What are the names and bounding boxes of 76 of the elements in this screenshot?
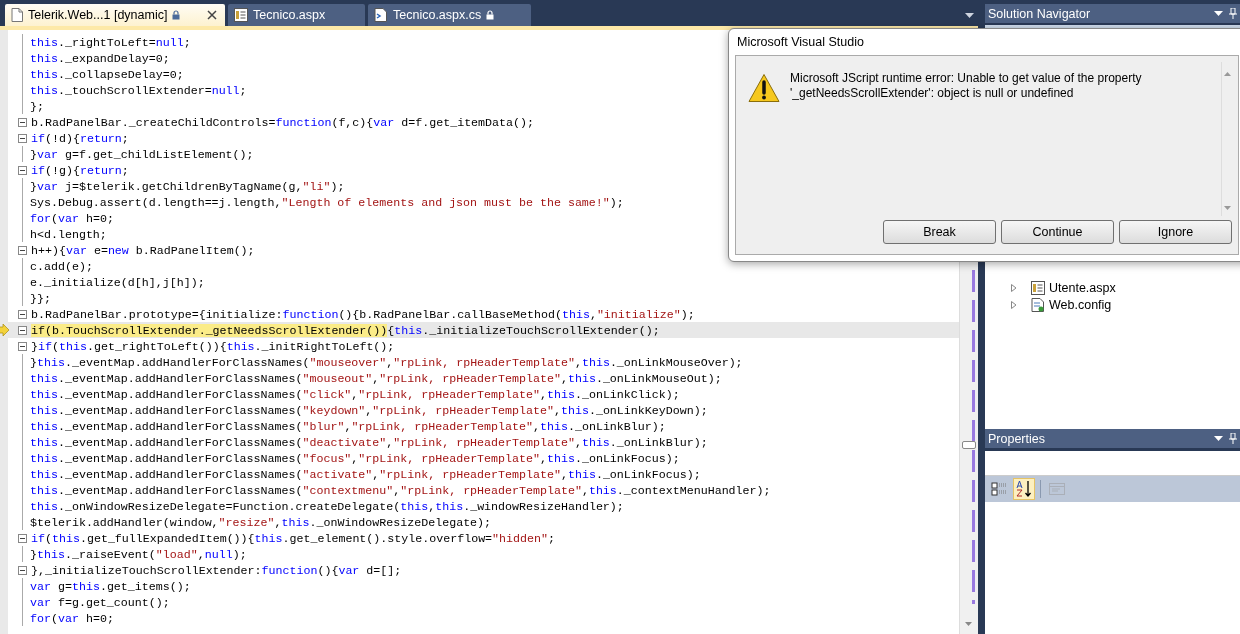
code-line: this._eventMap.addHandlerForClassNames("mouseout","rpLink, rpHeaderTemplate",this._onLinkMouseOut);: [30, 371, 722, 385]
code-line: this._eventMap.addHandlerForClassNames("keydown","rpLink, rpHeaderTemplate",this._onLinkKeyDown);: [30, 403, 708, 417]
code-line: $telerik.addHandler(window,"resize",this._onWindowResizeDelegate);: [30, 515, 492, 529]
code-line: for(var h=0;: [30, 611, 114, 625]
code-line: h++){var e=new b.RadPanelItem();: [31, 243, 255, 257]
page-icon: [1031, 280, 1045, 295]
code-line: var f=g.get_count();: [30, 595, 170, 609]
pin-icon[interactable]: [1229, 433, 1237, 444]
collapse-icon[interactable]: [18, 325, 27, 335]
current-statement-arrow-icon: [0, 324, 9, 336]
code-line: };: [30, 99, 44, 113]
code-line: }this._eventMap.addHandlerForClassNames("mouseover","rpLink, rpHeaderTemplate",this._onLinkMouseOver);: [30, 355, 743, 369]
code-line: }var g=f.get_childListElement();: [30, 147, 254, 161]
code-line: }if(this.get_rightToLeft()){this._initRightToLeft();: [31, 339, 395, 353]
code-line: }this._raiseEvent("load",null);: [30, 547, 247, 561]
document-icon: [11, 8, 23, 22]
dropdown-arrow-icon[interactable]: [1214, 436, 1223, 441]
collapse-icon[interactable]: [18, 117, 27, 127]
dialog-title: Microsoft Visual Studio: [736, 34, 865, 51]
code-line: this._eventMap.addHandlerForClassNames("focus","rpLink, rpHeaderTemplate",this._onLinkFocus);: [30, 451, 680, 465]
close-icon[interactable]: [207, 10, 217, 20]
dropdown-arrow-icon[interactable]: [965, 13, 974, 18]
document-tab[interactable]: Tecnico.aspx: [228, 4, 365, 26]
code-line: }};: [30, 291, 51, 305]
tree-item[interactable]: Web.config: [1011, 296, 1240, 313]
code-line: this._eventMap.addHandlerForClassNames("blur","rpLink, rpHeaderTemplate",this._onLinkBlur);: [30, 419, 666, 433]
code-line: e._initialize(d[h],j[h]);: [30, 275, 205, 289]
expand-arrow-icon[interactable]: [1011, 283, 1017, 292]
scrollbar-thumb[interactable]: [962, 441, 976, 449]
code-line: b.RadPanelBar._createChildControls=function(f,c){var d=f.get_itemData();: [31, 115, 534, 129]
collapse-icon[interactable]: [18, 133, 27, 143]
code-line: this._collapseDelay=0;: [30, 67, 184, 81]
code-line: if(!d){return;: [31, 131, 129, 145]
dropdown-arrow-icon[interactable]: [1214, 11, 1223, 16]
panel-title: Solution Navigator: [988, 6, 1092, 21]
code-line: h<d.length;: [30, 227, 107, 241]
dialog-button[interactable]: Continue: [1001, 220, 1114, 244]
pin-icon[interactable]: [1229, 8, 1237, 19]
code-line: for(var h=0;: [30, 211, 114, 225]
tree-item[interactable]: Utente.aspx: [1011, 279, 1240, 296]
code-line: if(this.get_fullExpandedItem()){this.get_element().style.overflow="hidden";: [31, 531, 555, 545]
document-tab[interactable]: Tecnico.aspx.cs: [368, 4, 531, 26]
collapse-icon[interactable]: [18, 565, 27, 575]
error-message: Microsoft JScript runtime error: Unable to get value of the property '_getNeedsScrollExtender': object is null or undefined: [790, 70, 1143, 102]
code-line: this._touchScrollExtender=null;: [30, 83, 247, 97]
code-line: c.add(e);: [30, 259, 93, 273]
warning-icon: [748, 73, 780, 103]
code-line: }var j=$telerik.getChildrenByTagName(g,"li");: [30, 179, 345, 193]
code-line: if(b.TouchScrollExtender._getNeedsScrollExtender()){this._initializeTouchScrollExtender();: [31, 323, 660, 337]
code-line: Sys.Debug.assert(d.length==j.length,"Length of elements and json must be the same!");: [30, 195, 624, 209]
panel-title: Properties: [988, 431, 1046, 446]
collapse-icon[interactable]: [18, 533, 27, 543]
page-icon: [234, 8, 248, 22]
code-line: if(!g){return;: [31, 163, 129, 177]
code-line: this._rightToLeft=null;: [30, 35, 191, 49]
code-line: },_initializeTouchScrollExtender:function(){var d=[];: [31, 563, 402, 577]
dialog-button[interactable]: Break: [883, 220, 996, 244]
config-file-icon: [1031, 297, 1045, 312]
dialog-button[interactable]: Ignore: [1119, 220, 1232, 244]
code-line: b.RadPanelBar.prototype={initialize:function(){b.RadPanelBar.callBaseMethod(this,"initialize");: [31, 307, 695, 321]
expand-arrow-icon[interactable]: [1011, 300, 1017, 309]
collapse-icon[interactable]: [18, 341, 27, 351]
code-file-icon: [374, 8, 388, 22]
code-line: this._onWindowResizeDelegate=Function.createDelegate(this,this._windowResizeHandler);: [30, 499, 624, 513]
scroll-down-arrow-icon[interactable]: [965, 622, 972, 626]
collapse-icon[interactable]: [18, 245, 27, 255]
collapse-icon[interactable]: [18, 309, 27, 319]
code-line: this._eventMap.addHandlerForClassNames("click","rpLink, rpHeaderTemplate",this._onLinkClick);: [30, 387, 680, 401]
code-line: this._eventMap.addHandlerForClassNames("contextmenu","rpLink, rpHeaderTemplate",this._contextMenuHandler);: [30, 483, 771, 497]
collapse-icon[interactable]: [18, 165, 27, 175]
code-line: this._eventMap.addHandlerForClassNames("deactivate","rpLink, rpHeaderTemplate",this._onLinkBlur);: [30, 435, 708, 449]
sort-icon[interactable]: [1013, 478, 1035, 500]
code-line: var g=this.get_items();: [30, 579, 191, 593]
document-tab[interactable]: Telerik.Web...1 [dynamic]: [5, 4, 225, 26]
code-line: this._eventMap.addHandlerForClassNames("activate","rpLink, rpHeaderTemplate",this._onLinkFocus);: [30, 467, 701, 481]
code-line: this._expandDelay=0;: [30, 51, 170, 65]
